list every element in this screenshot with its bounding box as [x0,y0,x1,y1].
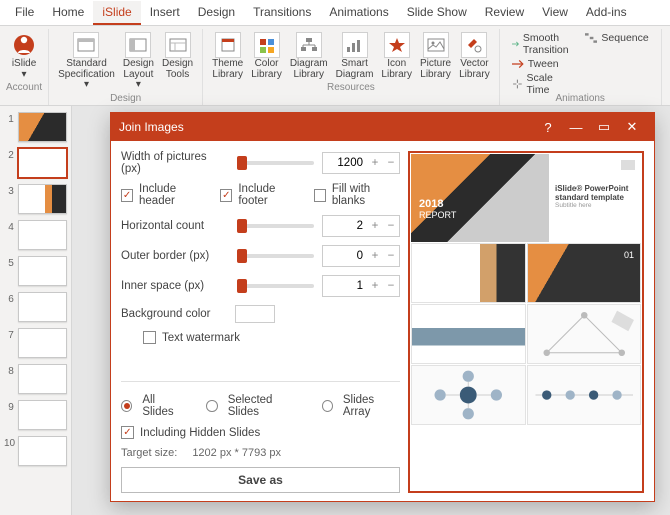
dialog-title: Join Images [119,120,534,134]
inner-label: Inner space (px) [121,280,229,292]
bg-color-swatch[interactable] [235,305,275,323]
diagram-library-button[interactable]: DiagramLibrary [287,31,331,81]
scope-selected-radio[interactable] [206,400,217,412]
hcount-spinner[interactable]: +− [322,215,400,237]
ribbon-tabs: File Home iSlide Insert Design Transitio… [0,0,670,26]
design-layout-button[interactable]: DesignLayout ▾ [120,31,157,92]
hcount-slider[interactable] [237,224,314,228]
border-label: Outer border (px) [121,250,229,262]
tab-transitions[interactable]: Transitions [244,1,320,25]
thumb-4[interactable]: 4 [0,218,71,254]
group-animations: Smooth Transition Tween Scale Time Seque… [500,29,662,105]
width-spinner[interactable]: +− [322,152,400,174]
tab-animations[interactable]: Animations [320,1,397,25]
tab-review[interactable]: Review [476,1,533,25]
theme-library-button[interactable]: ThemeLibrary [209,31,246,81]
inner-spinner[interactable]: +− [322,275,400,297]
thumb-8[interactable]: 8 [0,362,71,398]
tween-button[interactable]: Tween [510,57,576,71]
standard-spec-button[interactable]: StandardSpecification ▾ [55,31,118,92]
inner-input[interactable] [323,280,367,292]
target-size-value: 1202 px * 7793 px [192,447,281,459]
include-header-check[interactable] [121,189,133,202]
dialog-maximize-button[interactable]: ▭ [590,117,618,137]
hcount-label: Horizontal count [121,220,229,232]
group-account: iSlide ▾ Account [0,29,49,105]
color-library-button[interactable]: ColorLibrary [248,31,285,81]
tab-insert[interactable]: Insert [141,1,189,25]
ribbon: iSlide ▾ Account StandardSpecification ▾… [0,26,670,106]
thumb-7[interactable]: 7 [0,326,71,362]
thumb-1[interactable]: 1 [0,110,71,146]
picture-library-button[interactable]: PictureLibrary [417,31,454,81]
tab-islide[interactable]: iSlide [93,1,140,25]
inner-slider[interactable] [237,284,314,288]
thumb-9[interactable]: 9 [0,398,71,434]
border-slider[interactable] [237,254,314,258]
scope-all-radio[interactable] [121,400,132,412]
thumb-2[interactable]: 2 [0,146,71,182]
watermark-check[interactable] [143,331,156,344]
tab-design[interactable]: Design [189,1,244,25]
thumb-6[interactable]: 6 [0,290,71,326]
fill-blanks-check[interactable] [314,189,326,202]
join-images-dialog: Join Images ? ― ▭ ✕ Width of pictures (p… [110,112,655,502]
border-input[interactable] [323,250,367,262]
dialog-help-button[interactable]: ? [534,117,562,137]
dialog-close-button[interactable]: ✕ [618,117,646,137]
tab-addins[interactable]: Add-ins [577,1,636,25]
icon-library-button[interactable]: IconLibrary [378,31,415,81]
sequence-button[interactable]: Sequence [583,31,650,45]
group-design: StandardSpecification ▾ DesignLayout ▾ D… [49,29,203,105]
tab-home[interactable]: Home [43,1,93,25]
thumb-5[interactable]: 5 [0,254,71,290]
group-resources: ThemeLibrary ColorLibrary DiagramLibrary… [203,29,500,105]
width-input[interactable] [323,157,367,169]
tab-view[interactable]: View [533,1,577,25]
thumb-10[interactable]: 10 [0,434,71,470]
thumb-3[interactable]: 3 [0,182,71,218]
hcount-input[interactable] [323,220,367,232]
dialog-minimize-button[interactable]: ― [562,117,590,137]
tab-file[interactable]: File [6,1,43,25]
tab-slideshow[interactable]: Slide Show [398,1,476,25]
slide-thumbnails[interactable]: 1 2 3 4 5 6 7 8 9 10 [0,106,72,515]
islide-button[interactable]: iSlide ▾ [8,31,40,81]
design-tools-button[interactable]: DesignTools [159,31,196,92]
border-spinner[interactable]: +− [322,245,400,267]
smooth-transition-button[interactable]: Smooth Transition [510,31,576,57]
group-security: PSecurityExport ▾ JoinImages [662,29,670,105]
bg-label: Background color [121,308,229,320]
include-footer-check[interactable] [220,189,232,202]
scope-array-radio[interactable] [322,400,333,412]
dialog-controls: Width of pictures (px) +− Include header… [121,151,400,493]
width-label: Width of pictures (px) [121,151,229,175]
dialog-titlebar[interactable]: Join Images ? ― ▭ ✕ [111,113,654,141]
save-as-button[interactable]: Save as [121,467,400,493]
preview-panel: 2018REPORT iSlide® PowerPoint standard t… [408,151,644,493]
vector-library-button[interactable]: VectorLibrary [456,31,493,81]
smart-diagram-button[interactable]: SmartDiagram [333,31,377,81]
hidden-check[interactable] [121,426,134,439]
width-slider[interactable] [237,161,314,165]
